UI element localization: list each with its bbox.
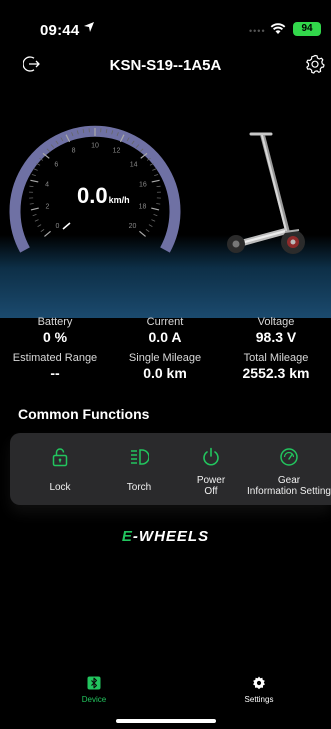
speedometer-tick [30,179,39,183]
speedometer-tick [30,207,39,211]
common-functions-panel: Lock Torch Power Off Gear Information Se… [10,433,331,505]
headlight-icon [131,449,149,465]
speedometer-tick-label: 10 [91,143,99,150]
speedometer-tick-label: 16 [139,181,147,188]
speedometer-gauge: 0 2 4 6 8 10 12 14 16 18 20 [9,125,181,253]
speedometer-tick-label: 2 [46,203,50,210]
wifi-icon [270,23,286,34]
common-functions-title: Common Functions [18,406,150,422]
speedometer-tick-label: 0 [56,223,60,230]
stat-current: Current 0.0 A [110,316,220,345]
stat-voltage: Voltage 98.3 V [221,316,331,345]
gear-icon [253,676,265,690]
gear-information-setting-button[interactable]: Gear Information Setting [247,433,331,505]
speedometer-tick [145,229,150,232]
speedometer-tick [44,230,51,237]
speedometer-tick [151,179,160,183]
device-title: KSN-S19--1A5A [109,57,222,74]
stat-value: 0.0 km [143,365,187,381]
nav-settings-label: Settings [244,695,274,704]
settings-gear-icon[interactable] [305,54,325,74]
speedometer-tick [139,230,146,237]
speedometer-tick [154,174,159,177]
gear-information-setting-label: Gear Information Setting [247,475,331,497]
speedometer-tick-label: 12 [113,147,121,154]
stat-value: 0 % [42,329,68,345]
stat-estimated-range: Estimated Range -- [0,352,110,381]
brand-logo: E-WHEELS [0,528,331,545]
speedometer-tick-label: 20 [129,223,137,230]
top-bar: KSN-S19--1A5A [0,50,331,80]
brand-logo-text: -WHEELS [132,528,210,545]
stat-label: Estimated Range [12,352,98,364]
power-icon [203,447,219,466]
stat-label: Single Mileage [128,352,202,364]
brand-logo-e: E [121,528,133,545]
stat-label: Battery [37,316,73,328]
speedometer-tick-label: 14 [130,161,138,168]
nav-device-label: Device [81,695,107,704]
bottom-nav: Device Settings [0,672,331,722]
speed-readout: 0.0km/h [77,183,130,209]
battery-indicator: 94 [293,22,321,36]
speedometer-tick [151,219,156,222]
status-time: 09:44 [40,22,80,39]
location-arrow-icon [84,22,94,32]
nav-settings-tab[interactable]: Settings [229,676,289,704]
hero-panel: 0 2 4 6 8 10 12 14 16 18 20 0.0km/h [0,90,331,318]
stat-value: 2552.3 km [242,365,310,381]
stat-label: Voltage [257,316,295,328]
speedometer-tick [151,207,160,211]
power-off-button[interactable]: Power Off [172,433,250,505]
gauge-icon [280,448,298,466]
home-indicator [116,719,216,723]
speedometer-tick [156,203,161,205]
cellular-signal-icon: •••• [249,26,266,36]
speedometer-tick [37,224,42,227]
speedometer-tick [29,203,34,205]
speedometer-tick [32,214,37,217]
stat-value: 98.3 V [255,329,297,345]
stat-label: Current [146,316,184,328]
speedometer-tick [34,219,39,222]
speedometer-tick [40,229,45,232]
speedometer-tick [33,168,38,171]
status-bar: 09:44 •••• 94 [0,0,331,44]
stat-value: 0.0 A [148,329,182,345]
nav-device-tab[interactable]: Device [64,676,124,704]
speedometer-tick [31,174,36,177]
speed-value: 0.0 [77,183,108,208]
scooter-image [227,132,305,254]
speedometer-needle [62,222,71,230]
stat-single-mileage: Single Mileage 0.0 km [110,352,220,381]
lock-button[interactable]: Lock [21,433,99,505]
stat-value: -- [50,365,60,381]
speedometer-tick-label: 6 [54,161,58,168]
speedometer-tick-label: 4 [45,181,49,188]
stat-label: Total Mileage [243,352,309,364]
speedometer-tick-label: 18 [139,203,147,210]
bluetooth-icon [87,676,101,690]
speed-unit: km/h [108,195,130,205]
speedometer-tick-label: 8 [72,147,76,154]
stat-battery: Battery 0 % [0,316,110,345]
speedometer-tick [148,224,153,227]
lock-icon [52,448,68,467]
speedometer-tick [153,214,158,217]
speedometer-tick [152,168,157,171]
stat-total-mileage: Total Mileage 2552.3 km [221,352,331,381]
